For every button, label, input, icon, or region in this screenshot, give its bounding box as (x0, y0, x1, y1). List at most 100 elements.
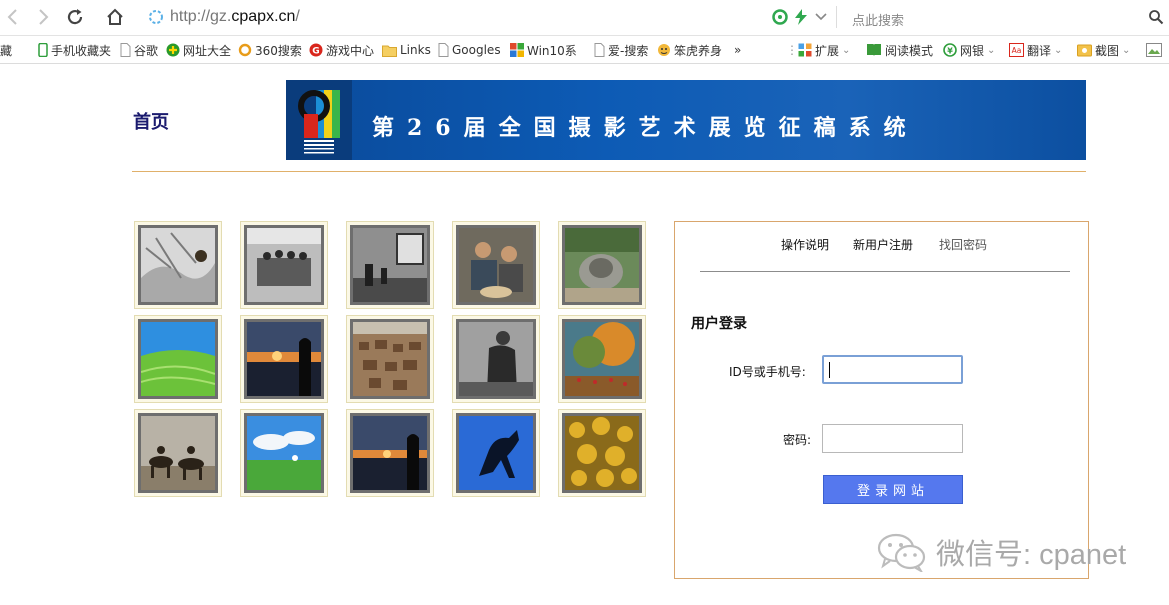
id-input[interactable] (822, 355, 963, 384)
photo-sky-grass (247, 416, 321, 490)
photo-thumbnail[interactable] (134, 221, 222, 309)
home-link[interactable]: 首页 (133, 108, 169, 134)
url-field[interactable]: http://gz.cpapx.cn/ (170, 8, 300, 26)
photo-golden-leaves (565, 416, 639, 490)
bookmark-bar: 藏 手机收藏夹 谷歌 网址大全 360搜索 G 游戏中心 Links Googl… (0, 36, 1169, 64)
bookmark-item[interactable]: Win10系 (510, 42, 577, 58)
site-banner: 第26届全国摄影艺术展览征稿系统 (286, 80, 1086, 160)
photo-thumbnail[interactable] (558, 409, 646, 497)
bookmark-item[interactable]: 谷歌 (120, 42, 158, 58)
bookmark-overflow-button[interactable]: » (734, 42, 741, 58)
tool-label: 扩展 (815, 43, 840, 58)
plus-circle-icon (166, 43, 180, 57)
photo-thumbnail[interactable] (452, 315, 540, 403)
bookmark-label: 藏 (0, 43, 13, 58)
tool-more[interactable] (1146, 42, 1162, 58)
tabs-divider (700, 271, 1070, 272)
photo-sunset-silhouette (247, 322, 321, 396)
photo-thumbnail[interactable] (240, 221, 328, 309)
photo-green-grassland (141, 322, 215, 396)
photo-thumbnail[interactable] (134, 409, 222, 497)
bookmark-label: Links (400, 43, 431, 57)
page-icon (594, 43, 605, 57)
bookmark-item[interactable]: 爱-搜索 (594, 42, 648, 58)
page-icon (120, 43, 131, 57)
password-input[interactable] (822, 424, 963, 453)
login-button[interactable]: 登录网站 (823, 475, 963, 504)
bookmark-item[interactable]: 360搜索 (238, 42, 302, 58)
shield-icon[interactable] (772, 9, 788, 25)
photo-autumn-tree (565, 322, 639, 396)
windows-icon (510, 43, 524, 57)
tool-screenshot[interactable]: 截图 ⌄ (1077, 42, 1130, 58)
bookmark-item[interactable]: 网址大全 (166, 42, 231, 58)
tab-help[interactable]: 操作说明 (781, 236, 829, 253)
page-icon (438, 43, 449, 57)
login-tabs: 操作说明 新用户注册 找回密码 (675, 236, 1090, 252)
screenshot-icon (1077, 44, 1092, 57)
bookmark-item[interactable]: Googles (438, 42, 501, 58)
id-label: ID号或手机号: (729, 365, 806, 379)
tool-label: 截图 (1095, 43, 1120, 58)
reload-button[interactable] (62, 5, 88, 29)
photo-dusk-tower (353, 416, 427, 490)
photo-stone-sculpture (565, 228, 639, 302)
chevron-left-icon (7, 9, 17, 25)
header-divider (132, 171, 1086, 172)
svg-text:¥: ¥ (947, 47, 953, 56)
banner-title: 第26届全国摄影艺术展览征稿系统 (372, 115, 919, 141)
photo-horse-riders (141, 416, 215, 490)
forward-button[interactable] (30, 5, 56, 29)
text-caret (829, 362, 830, 378)
exhibition-logo-icon (298, 90, 340, 154)
tool-translate[interactable]: Aa 翻译 ⌄ (1009, 42, 1062, 58)
tool-label: 阅读模式 (885, 43, 934, 58)
bookmark-item[interactable]: 手机收藏夹 (38, 42, 111, 58)
tool-label: 网银 (960, 43, 985, 58)
photo-thumbnail[interactable] (558, 221, 646, 309)
extension-icon (798, 43, 812, 57)
photo-thumbnail[interactable] (346, 221, 434, 309)
bookmark-item[interactable]: G 游戏中心 (309, 42, 374, 58)
bookmark-item[interactable]: 藏 (0, 42, 12, 58)
photo-thumbnail[interactable] (240, 409, 328, 497)
tab-register[interactable]: 新用户注册 (853, 236, 913, 253)
search-input[interactable]: 点此搜索 (852, 10, 904, 29)
photo-thumbnail[interactable] (452, 409, 540, 497)
chevron-down-icon: ⌄ (1122, 44, 1131, 56)
photo-thumbnail[interactable] (346, 315, 434, 403)
photo-thumbnail[interactable] (346, 409, 434, 497)
bookmark-label: 360搜索 (255, 43, 302, 58)
reload-icon (67, 9, 83, 25)
lightning-icon[interactable] (794, 9, 808, 25)
book-icon (867, 44, 881, 56)
photo-town-aerial (353, 322, 427, 396)
tool-bank[interactable]: ¥ 网银 ⌄ (943, 42, 995, 58)
chevron-down-icon[interactable] (814, 9, 828, 25)
photo-thumbnail[interactable] (558, 315, 646, 403)
folder-icon (382, 45, 397, 57)
address-tools (772, 9, 828, 25)
photo-thumbnail[interactable] (240, 315, 328, 403)
url-prefix: http://gz. (170, 8, 232, 25)
bookmark-item[interactable]: Links (382, 42, 431, 58)
home-button[interactable] (102, 5, 128, 29)
bookmark-item[interactable]: 笨虎养身 (657, 42, 722, 58)
photo-elderly-couple (459, 228, 533, 302)
phone-icon (38, 43, 48, 57)
photo-street-bw (353, 228, 427, 302)
tab-find-password[interactable]: 找回密码 (939, 236, 987, 253)
bookmark-label: 手机收藏夹 (51, 43, 112, 58)
wechat-icon (877, 533, 926, 572)
url-suffix: / (295, 8, 300, 25)
ring-icon (238, 43, 252, 57)
back-button[interactable] (0, 5, 26, 29)
photo-thumbnail[interactable] (452, 221, 540, 309)
tool-extension[interactable]: 扩展 ⌄ (798, 42, 850, 58)
tool-label: 翻译 (1027, 43, 1052, 58)
bookmark-label: 笨虎养身 (674, 43, 723, 58)
photo-horse-sky (459, 416, 533, 490)
tool-reading-mode[interactable]: 阅读模式 (866, 42, 933, 58)
search-icon[interactable] (1148, 9, 1164, 25)
photo-thumbnail[interactable] (134, 315, 222, 403)
